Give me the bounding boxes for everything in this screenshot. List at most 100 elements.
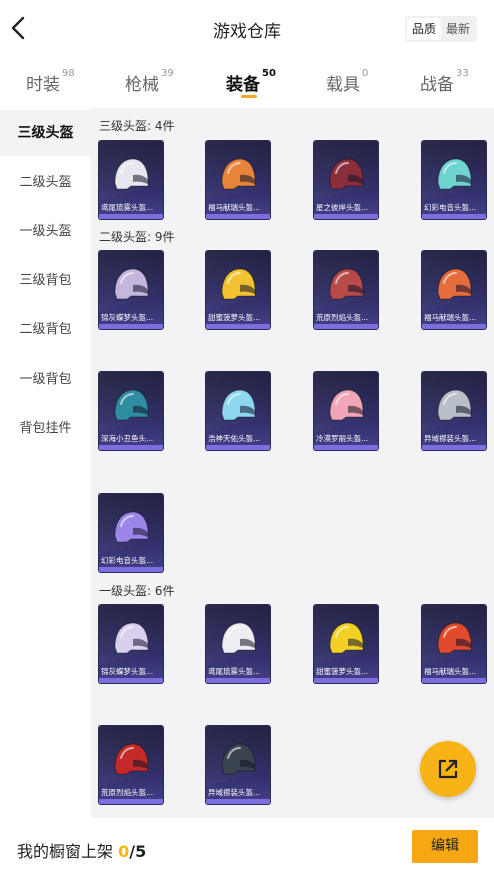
rarity-strip	[422, 678, 486, 683]
yellow-moto-helmet-icon	[329, 622, 364, 654]
white-fur-helmet-icon	[114, 158, 149, 190]
rarity-strip	[206, 214, 270, 219]
section-title: 三级头盔: 4件	[99, 119, 175, 133]
item-card[interactable]: 福马献瑞头盔...	[422, 251, 486, 329]
item-card[interactable]: 甜蜜菠萝头盔...	[314, 605, 378, 683]
item-name: 浩神天佑头盔...	[208, 434, 261, 443]
item-name: 福马献瑞头盔...	[424, 313, 477, 322]
item-name: 冷漠罗丽头盔...	[316, 434, 369, 443]
rarity-strip	[206, 678, 270, 683]
item-name: 福马献瑞头盔...	[424, 667, 477, 676]
sidebar-item-level2-helmet[interactable]: 二级头盔	[0, 160, 91, 206]
red-boar-helmet-icon	[329, 268, 364, 300]
sort-option-newest[interactable]: 最新	[441, 18, 475, 40]
rarity-strip	[99, 445, 163, 450]
active-tab-indicator	[241, 95, 257, 98]
section-title: 二级头盔: 9件	[99, 230, 175, 244]
sidebar-item-level3-helmet[interactable]: 三级头盔	[0, 110, 91, 156]
dark-red-helmet-icon	[329, 158, 364, 190]
showcase-current: 0	[118, 842, 130, 861]
sort-option-quality[interactable]: 品质	[407, 18, 441, 40]
item-name: 福马献瑞头盔...	[208, 203, 261, 212]
item-card[interactable]: 福马献瑞头盔...	[206, 141, 270, 219]
item-card[interactable]: 鸢尾琉雾头盔...	[206, 605, 270, 683]
item-card[interactable]: 荒原烈焰头盔...	[314, 251, 378, 329]
item-card[interactable]: 锦灰蝶梦头盔...	[99, 605, 163, 683]
category-tabs: 时装98 枪械39 装备50 载具0 战备33	[0, 62, 494, 102]
showcase-bar: 我的橱窗上架 0/5 编辑	[0, 818, 494, 875]
item-name: 甜蜜菠萝头盔...	[208, 313, 261, 322]
rarity-strip	[99, 214, 163, 219]
orange-helmet-icon	[437, 268, 472, 300]
item-card[interactable]: 星之彼岸头盔...	[314, 141, 378, 219]
tab-label: 载具	[326, 75, 360, 95]
item-name: 甜蜜菠萝头盔...	[316, 667, 369, 676]
rarity-strip	[314, 324, 378, 329]
rarity-strip	[206, 324, 270, 329]
item-name: 鸢尾琉雾头盔...	[101, 203, 154, 212]
item-card[interactable]: 异域襟装头盔...	[206, 726, 270, 804]
header: 游戏仓库 品质 最新	[0, 0, 494, 58]
rarity-strip	[314, 445, 378, 450]
edit-button[interactable]: 编辑	[412, 830, 478, 863]
item-name: 荒原烈焰头盔...	[101, 788, 154, 797]
rarity-strip	[99, 678, 163, 683]
section-title: 一级头盔: 6件	[99, 584, 175, 598]
rarity-strip	[422, 214, 486, 219]
sidebar-item-level1-backpack[interactable]: 一级背包	[0, 357, 91, 403]
tab-label: 战备	[420, 75, 454, 95]
item-card[interactable]: 鸢尾琉雾头盔...	[99, 141, 163, 219]
teal-pink-helmet-icon	[437, 158, 472, 190]
purple-speaker-helmet-icon	[114, 511, 149, 543]
rarity-strip	[99, 324, 163, 329]
item-card[interactable]: 浩神天佑头盔...	[206, 372, 270, 450]
sidebar-item-backpack-charm[interactable]: 背包挂件	[0, 406, 91, 452]
blue-white-helmet-icon	[221, 389, 256, 421]
tab-fashion[interactable]: 时装98	[26, 68, 75, 95]
tab-count: 39	[161, 68, 174, 79]
item-card[interactable]: 福马献瑞头盔...	[422, 605, 486, 683]
tab-count: 33	[456, 68, 469, 79]
item-card[interactable]: 荒原烈焰头盔...	[99, 726, 163, 804]
sidebar-item-level3-backpack[interactable]: 三级背包	[0, 258, 91, 304]
tab-label: 装备	[226, 75, 260, 95]
item-card[interactable]: 深海小丑鱼头...	[99, 372, 163, 450]
share-button[interactable]	[420, 741, 476, 797]
item-card[interactable]: 异域襟装头盔...	[422, 372, 486, 450]
item-name: 幻彩电音头盔...	[101, 556, 154, 565]
item-card[interactable]: 锦灰蝶梦头盔...	[99, 251, 163, 329]
tab-equipment[interactable]: 装备50	[226, 68, 276, 95]
tab-label: 时装	[26, 75, 60, 95]
tab-battle-prep[interactable]: 战备33	[420, 68, 469, 95]
item-card[interactable]: 冷漠罗丽头盔...	[314, 372, 378, 450]
item-name: 幻彩电音头盔...	[424, 203, 477, 212]
item-card[interactable]: 甜蜜菠萝头盔...	[206, 251, 270, 329]
rarity-strip	[206, 445, 270, 450]
dark-moto-helmet-icon	[221, 743, 256, 775]
tab-label: 枪械	[125, 75, 159, 95]
crimson-moto-helmet-icon	[114, 743, 149, 775]
pineapple-helmet-icon	[221, 268, 256, 300]
lavender-helmet-icon	[114, 268, 149, 300]
rarity-strip	[99, 567, 163, 572]
tab-weapons[interactable]: 枪械39	[125, 68, 174, 95]
orange-horse-helmet-icon	[221, 158, 256, 190]
rarity-strip	[206, 799, 270, 804]
item-card[interactable]: 幻彩电音头盔...	[99, 494, 163, 572]
sidebar-item-level1-helmet[interactable]: 一级头盔	[0, 209, 91, 255]
showcase-label: 我的橱窗上架	[17, 842, 114, 861]
item-name: 锦灰蝶梦头盔...	[101, 667, 154, 676]
white-moto-helmet-icon	[221, 622, 256, 654]
rarity-strip	[422, 445, 486, 450]
tab-vehicles[interactable]: 载具0	[326, 68, 368, 95]
item-name: 深海小丑鱼头...	[101, 434, 154, 443]
rarity-strip	[422, 324, 486, 329]
item-card[interactable]: 幻彩电音头盔...	[422, 141, 486, 219]
item-name: 鸢尾琉雾头盔...	[208, 667, 261, 676]
showcase-count: 我的橱窗上架 0/5	[17, 838, 146, 862]
sort-toggle: 品质 最新	[405, 16, 477, 42]
red-orange-moto-helmet-icon	[437, 622, 472, 654]
sidebar-item-level2-backpack[interactable]: 二级背包	[0, 307, 91, 353]
tab-count: 98	[62, 68, 75, 79]
rarity-strip	[314, 214, 378, 219]
